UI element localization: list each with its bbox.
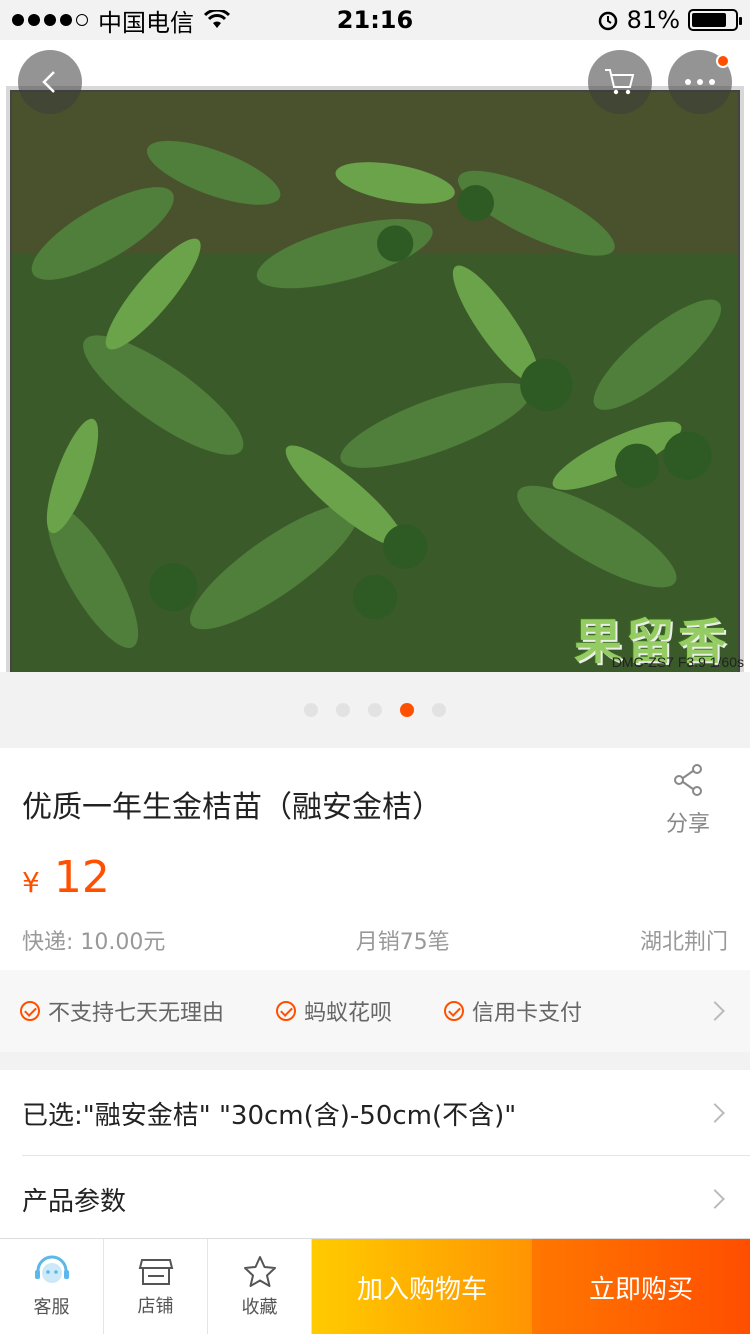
- service-item: 信用卡支付: [444, 995, 582, 1027]
- price-value: 12: [53, 852, 110, 903]
- gallery-pagination: [0, 672, 750, 748]
- customer-service-button[interactable]: 客服: [0, 1239, 104, 1334]
- battery-percent: 81%: [626, 6, 680, 34]
- service-item: 不支持七天无理由: [20, 995, 224, 1027]
- share-icon: [674, 764, 702, 796]
- product-title: 优质一年生金桔苗（融安金桔）: [22, 790, 442, 825]
- share-label: 分享: [665, 812, 710, 837]
- signal-strength-icon: [12, 14, 88, 26]
- product-detail-page: 中国电信 21:16 81% 果留香 DMC-ZS7 F3.9 1/60s 优质…: [0, 0, 750, 1334]
- shop-label: 店铺: [137, 1296, 174, 1317]
- selected-sku-text: 已选:"融安金桔" "30cm(含)-50cm(不含)": [22, 1100, 517, 1131]
- shipping-fee: 快递: 10.00元: [22, 930, 166, 955]
- customer-service-icon: [34, 1255, 69, 1283]
- favorite-button[interactable]: 收藏: [208, 1239, 312, 1334]
- battery-icon: [688, 9, 742, 31]
- service-label: 信用卡支付: [472, 1001, 583, 1026]
- check-icon: [276, 1001, 297, 1021]
- shop-button[interactable]: 店铺: [104, 1239, 208, 1334]
- product-photo[interactable]: 果留香: [6, 86, 744, 684]
- divider: [22, 1155, 750, 1156]
- gallery-dot[interactable]: [432, 703, 446, 717]
- product-info: 优质一年生金桔苗（融安金桔） 分享 ¥ 12 快递: 10.00元 月销75笔 …: [0, 748, 750, 970]
- cart-button[interactable]: [588, 50, 652, 114]
- cart-icon: [605, 69, 635, 95]
- gallery-dot[interactable]: [336, 703, 350, 717]
- more-button[interactable]: [668, 50, 732, 114]
- currency-symbol: ¥: [22, 866, 40, 899]
- add-to-cart-button[interactable]: 加入购物车: [312, 1239, 532, 1334]
- shop-icon: [138, 1259, 173, 1285]
- product-price: ¥ 12: [22, 852, 110, 903]
- buy-now-button[interactable]: 立即购买: [532, 1239, 750, 1334]
- check-icon: [444, 1001, 465, 1021]
- gallery-dot[interactable]: [368, 703, 382, 717]
- params-label: 产品参数: [22, 1186, 127, 1217]
- wifi-icon: [204, 10, 230, 28]
- ship-from-location: 湖北荆门: [639, 930, 728, 955]
- sku-selection-row[interactable]: 已选:"融安金桔" "30cm(含)-50cm(不含)": [0, 1070, 750, 1156]
- share-button[interactable]: 分享: [660, 762, 716, 838]
- more-icon: [685, 79, 715, 85]
- photo-exif-caption: DMC-ZS7 F3.9 1/60s: [611, 654, 744, 670]
- favorite-label: 收藏: [241, 1297, 278, 1318]
- bottom-action-bar: 客服 店铺 收藏 加入购物车 立即购买: [0, 1238, 750, 1334]
- product-meta: 快递: 10.00元 月销75笔 湖北荆门: [22, 924, 728, 956]
- notification-badge: [716, 54, 730, 68]
- back-button[interactable]: [18, 50, 82, 114]
- service-guarantees[interactable]: 不支持七天无理由 蚂蚁花呗 信用卡支付: [0, 970, 750, 1052]
- carrier-name: 中国电信: [98, 8, 194, 37]
- kumquat-plant-photo: [12, 92, 738, 678]
- alarm-icon: [598, 11, 617, 31]
- status-bar: 中国电信 21:16 81%: [0, 0, 750, 40]
- back-icon: [42, 71, 55, 93]
- service-label: 不支持七天无理由: [48, 1001, 225, 1026]
- gallery-dot-active[interactable]: [400, 703, 414, 717]
- service-label: 蚂蚁花呗: [304, 1001, 393, 1026]
- product-image-gallery[interactable]: 果留香 DMC-ZS7 F3.9 1/60s: [0, 40, 750, 684]
- chevron-right-icon: [705, 1189, 725, 1209]
- service-item: 蚂蚁花呗: [276, 995, 392, 1027]
- chevron-right-icon: [705, 1001, 725, 1021]
- battery-level: [692, 13, 727, 27]
- chevron-right-icon: [705, 1103, 725, 1123]
- product-params-row[interactable]: 产品参数: [0, 1156, 750, 1242]
- monthly-sales: 月销75笔: [355, 930, 450, 955]
- star-icon: [243, 1256, 276, 1287]
- check-icon: [20, 1001, 40, 1021]
- customer-service-label: 客服: [33, 1297, 70, 1318]
- gallery-dot[interactable]: [304, 703, 318, 717]
